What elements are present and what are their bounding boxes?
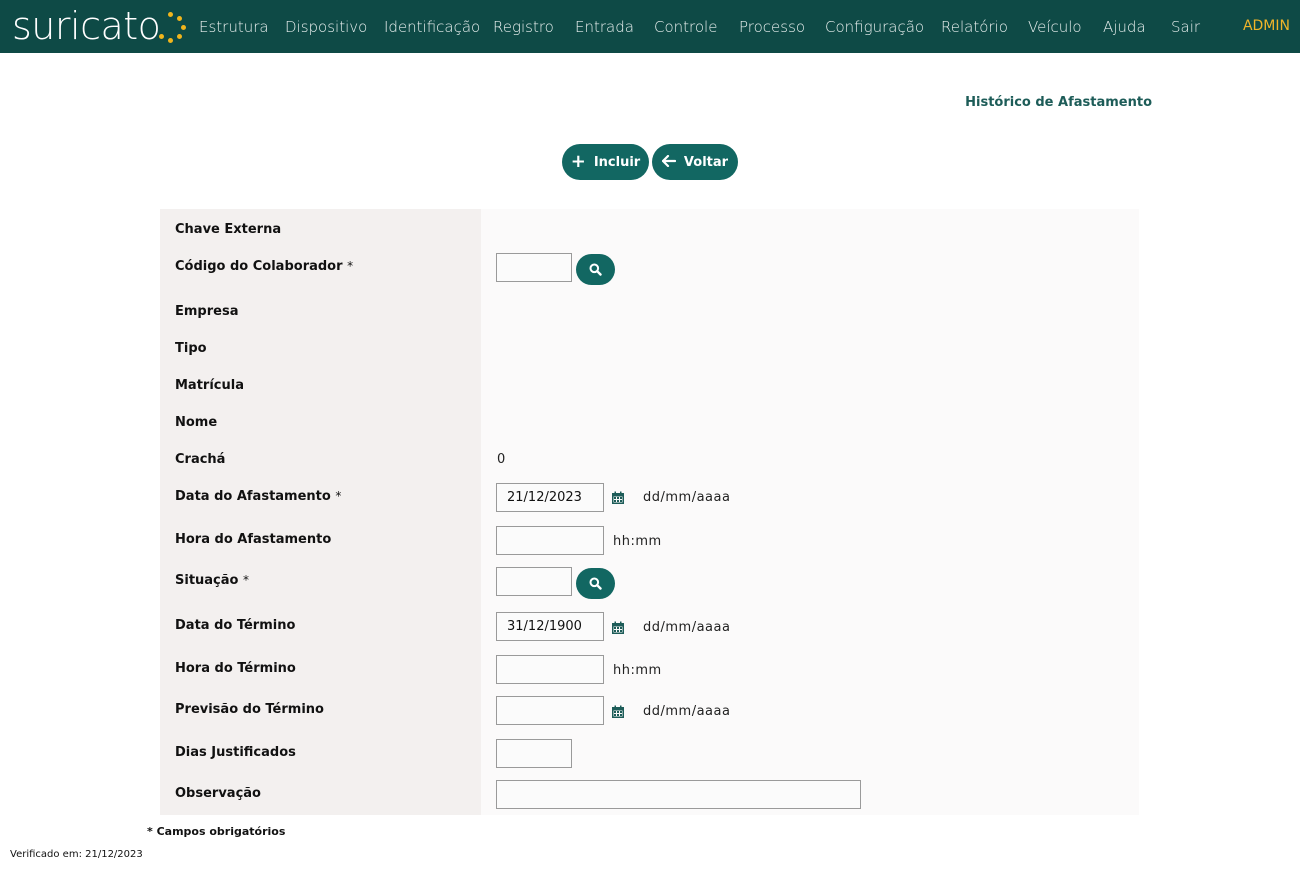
label-data-afastamento: Data do Afastamento * <box>175 489 342 504</box>
nav-item-estrutura[interactable]: Estrutura <box>199 18 269 36</box>
top-navigation-bar: suricato Estrutura Dispositivo Identific… <box>0 0 1300 53</box>
search-colaborador-button[interactable] <box>576 254 615 285</box>
date-format-hint: dd/mm/aaaa <box>643 490 731 505</box>
previsao-termino-input[interactable] <box>496 696 604 725</box>
label-column <box>160 209 481 815</box>
plus-icon: + <box>570 151 586 172</box>
absence-form: Chave Externa Código do Colaborador * Em… <box>160 209 1139 815</box>
situacao-input[interactable] <box>496 567 572 596</box>
include-button-label: Incluir <box>593 154 641 170</box>
label-data-termino: Data do Término <box>175 618 296 633</box>
label-matricula: Matrícula <box>175 378 244 393</box>
nav-item-sair[interactable]: Sair <box>1171 18 1200 36</box>
required-fields-note: * Campos obrigatórios <box>147 825 286 838</box>
calendar-icon[interactable] <box>611 621 625 635</box>
cracha-value: 0 <box>497 452 506 467</box>
nav-item-ajuda[interactable]: Ajuda <box>1103 18 1146 36</box>
nav-item-dispositivo[interactable]: Dispositivo <box>285 18 367 36</box>
nav-item-relatorio[interactable]: Relatório <box>941 18 1008 36</box>
hora-termino-input[interactable] <box>496 655 604 684</box>
page-title: Histórico de Afastamento <box>965 95 1152 110</box>
label-chave-externa: Chave Externa <box>175 222 282 237</box>
data-afastamento-input[interactable]: 21/12/2023 <box>496 483 604 512</box>
label-hora-afastamento: Hora do Afastamento <box>175 532 332 547</box>
search-situacao-button[interactable] <box>576 568 615 599</box>
verified-date: Verificado em: 21/12/2023 <box>10 849 143 860</box>
date-format-hint: dd/mm/aaaa <box>643 620 731 635</box>
label-observacao: Observação <box>175 786 261 801</box>
search-icon <box>589 577 602 590</box>
time-format-hint: hh:mm <box>613 663 662 678</box>
back-button[interactable]: Voltar <box>652 144 738 180</box>
label-tipo: Tipo <box>175 341 207 356</box>
arrow-left-icon <box>661 153 677 171</box>
calendar-icon[interactable] <box>611 491 625 505</box>
label-empresa: Empresa <box>175 304 239 319</box>
nav-item-entrada[interactable]: Entrada <box>575 18 634 36</box>
label-cracha: Crachá <box>175 452 226 467</box>
label-dias-justificados: Dias Justificados <box>175 745 296 760</box>
hora-afastamento-input[interactable] <box>496 526 604 555</box>
nav-item-registro[interactable]: Registro <box>493 18 554 36</box>
search-icon <box>589 263 602 276</box>
dias-justificados-input[interactable] <box>496 739 572 768</box>
label-hora-termino: Hora do Término <box>175 661 296 676</box>
include-button[interactable]: + Incluir <box>562 144 649 180</box>
codigo-colaborador-input[interactable] <box>496 253 572 282</box>
nav-item-identificacao[interactable]: Identificação <box>384 18 480 36</box>
calendar-icon[interactable] <box>611 705 625 719</box>
nav-item-processo[interactable]: Processo <box>739 18 805 36</box>
label-situacao: Situação * <box>175 573 250 588</box>
logo-dots-icon <box>156 12 187 43</box>
label-previsao-termino: Previsão do Término <box>175 702 324 717</box>
label-nome: Nome <box>175 415 218 430</box>
label-codigo-colaborador: Código do Colaborador * <box>175 259 354 274</box>
time-format-hint: hh:mm <box>613 534 662 549</box>
user-name[interactable]: ADMIN <box>1243 18 1290 34</box>
nav-item-controle[interactable]: Controle <box>654 18 717 36</box>
observacao-input[interactable] <box>496 780 861 809</box>
logo-text: suricato <box>12 4 161 48</box>
back-button-label: Voltar <box>683 154 729 170</box>
nav-item-configuracao[interactable]: Configuração <box>825 18 924 36</box>
date-format-hint: dd/mm/aaaa <box>643 704 731 719</box>
nav-item-veiculo[interactable]: Veículo <box>1028 18 1082 36</box>
suricato-logo[interactable]: suricato <box>12 4 187 48</box>
data-termino-input[interactable]: 31/12/1900 <box>496 612 604 641</box>
